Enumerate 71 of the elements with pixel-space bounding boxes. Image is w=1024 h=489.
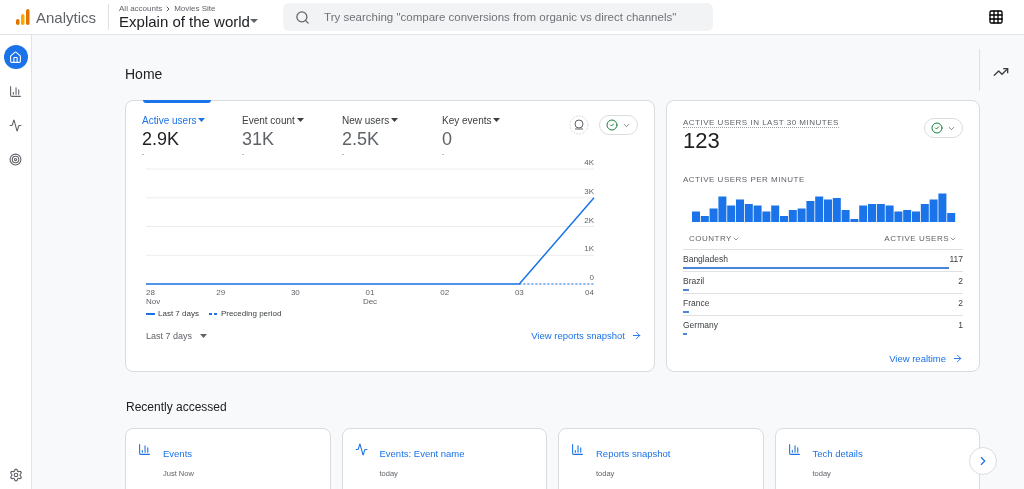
product-name: Analytics — [36, 8, 97, 26]
axis-label: 0 — [589, 273, 594, 282]
user-count: 117 — [949, 254, 963, 264]
recent-title[interactable]: Events — [163, 448, 193, 459]
page-title: Home — [125, 66, 164, 82]
axis-label: 04 — [585, 288, 594, 297]
status-dropdown[interactable] — [599, 115, 638, 135]
axis-label: 28 Nov — [146, 288, 161, 306]
selected-tab-indicator — [143, 100, 211, 103]
arrow-right-icon — [952, 353, 963, 364]
recent-title[interactable]: Tech details — [812, 448, 863, 459]
caret-icon — [493, 118, 502, 123]
status-dropdown[interactable] — [924, 118, 963, 138]
axis-label: 03 — [514, 288, 524, 297]
breadcrumb-link[interactable]: All accounts — [119, 4, 163, 13]
property-selector[interactable]: Explain of the world — [119, 13, 270, 30]
caret-icon — [296, 118, 305, 123]
country-name: Brazil — [683, 276, 705, 286]
home-icon — [9, 50, 22, 64]
search-input[interactable]: Try searching "compare conversions from organic vs direct channels" — [322, 10, 702, 24]
search-field[interactable]: Try searching "compare conversions from organic vs direct channels" — [283, 3, 714, 31]
nav-button[interactable] — [3, 45, 28, 69]
recent-title[interactable]: Events: Event name — [379, 448, 465, 459]
realtime-title: ACTIVE USERS IN LAST 30 MINUTES — [683, 118, 839, 128]
user-count: 2 — [958, 276, 963, 286]
arrow-right-icon — [631, 330, 642, 341]
axis-label: 2K — [584, 215, 594, 225]
axis-label: 1K — [584, 244, 594, 254]
trend-icon — [354, 443, 368, 456]
legend-item: Preceding period — [208, 309, 282, 318]
apps-icon[interactable] — [988, 9, 1004, 25]
check-icon — [931, 122, 943, 134]
recent-title[interactable]: Reports snapshot — [596, 448, 671, 459]
country-name: France — [683, 298, 710, 308]
column-header[interactable]: COUNTRY — [689, 234, 740, 243]
legend-line-icon — [146, 312, 155, 315]
target-icon — [9, 152, 22, 166]
check-icon — [606, 119, 618, 131]
date-range-dropdown[interactable]: Last 7 days — [146, 330, 208, 341]
settings-icon[interactable] — [8, 468, 23, 482]
axis-label: 02 — [440, 288, 450, 297]
axis-label: 30 — [290, 288, 300, 297]
view-snapshot-link[interactable]: View reports snapshot — [531, 330, 642, 341]
axis-label: 01 Dec — [362, 288, 378, 306]
per-minute-label: ACTIVE USERS PER MINUTE — [683, 175, 805, 184]
column-header[interactable]: ACTIVE USERS — [884, 234, 957, 243]
search-icon — [295, 9, 311, 25]
axis-label: 4K — [584, 159, 594, 167]
bar-chart-icon — [9, 84, 22, 98]
logo-icon — [16, 9, 30, 25]
country-name: Germany — [683, 320, 718, 330]
breadcrumb-link[interactable]: Movies Site — [174, 4, 216, 13]
country-name: Bangladesh — [683, 254, 728, 264]
user-count: 2 — [958, 298, 963, 308]
user-count: 1 — [958, 320, 963, 330]
legend-item: Last 7 days — [146, 309, 199, 318]
bar-chart-icon — [571, 443, 584, 456]
caret-icon — [200, 333, 208, 338]
caret-icon — [198, 118, 207, 123]
bar-chart-icon — [138, 443, 151, 456]
realtime-value: 123 — [683, 128, 721, 154]
bar-chart-icon — [787, 443, 801, 456]
badge-icon[interactable] — [569, 115, 589, 135]
axis-label: 29 — [216, 288, 226, 297]
legend-line-icon — [208, 312, 218, 315]
section-title: Recently accessed — [126, 400, 228, 414]
trend-icon — [9, 118, 22, 132]
view-realtime-link[interactable]: View realtime — [889, 353, 963, 364]
caret-icon — [249, 19, 258, 24]
caret-icon — [391, 118, 400, 123]
axis-label: 3K — [584, 186, 594, 196]
